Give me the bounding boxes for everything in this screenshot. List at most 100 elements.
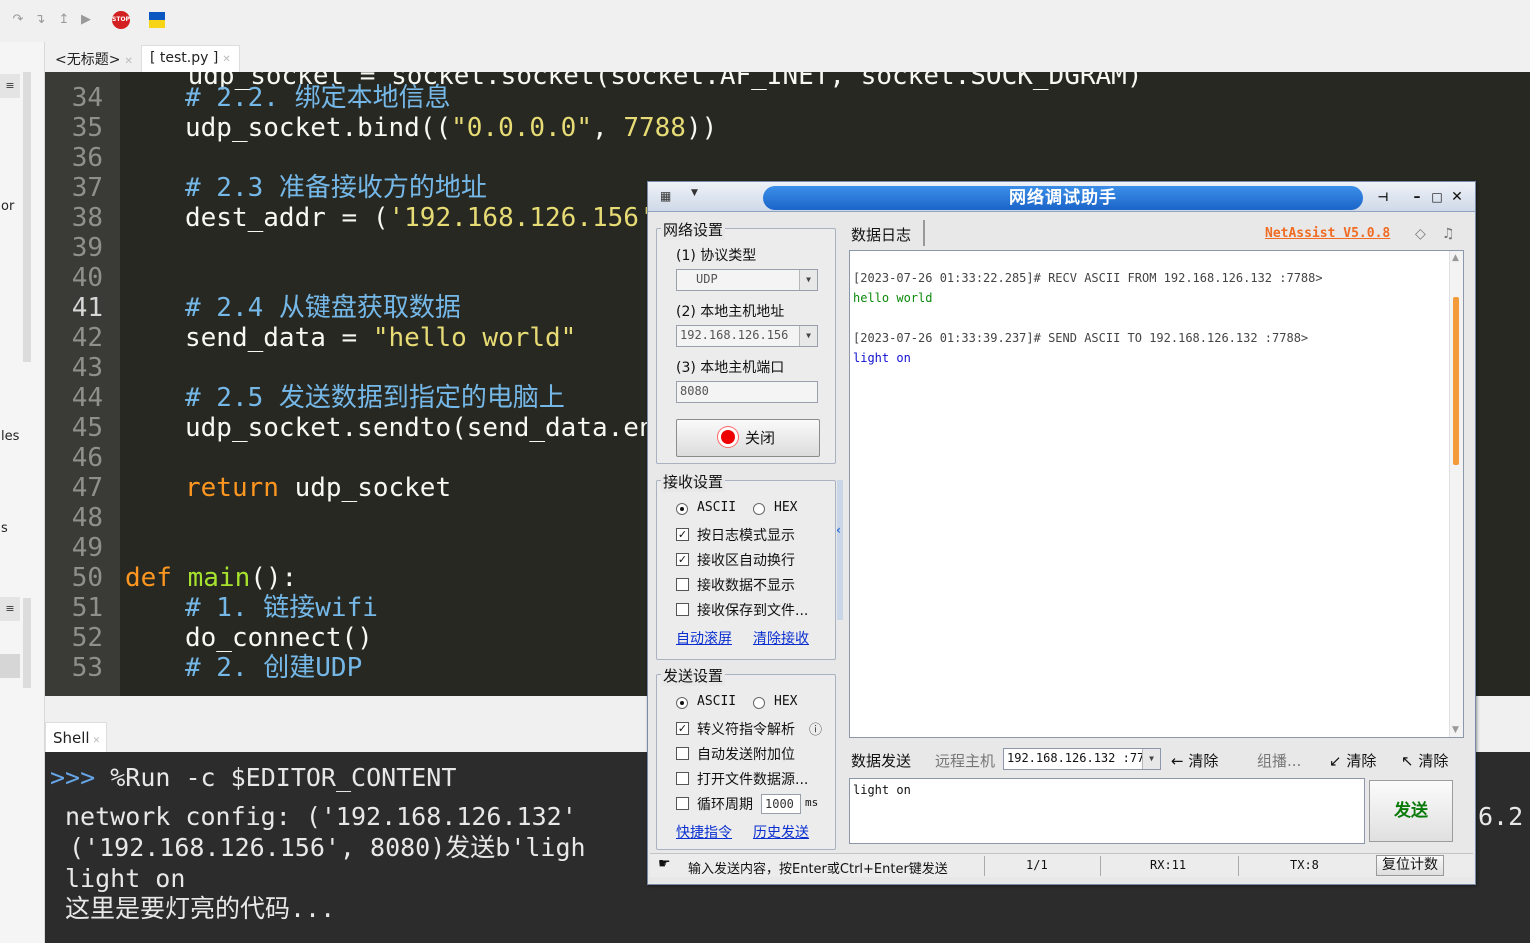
send-input[interactable]: light on <box>849 778 1365 844</box>
line-number: 38 <box>71 203 103 233</box>
panel-selection[interactable] <box>0 654 20 678</box>
clear-receive-link[interactable]: 清除接收 <box>753 628 809 648</box>
log-body-send: light on <box>853 351 911 365</box>
remote-host-label: 远程主机 <box>935 752 996 770</box>
brand-link[interactable]: NetAssist V5.0.8 <box>1265 226 1390 241</box>
history-send-link[interactable]: 历史发送 <box>753 822 809 842</box>
log-header: [2023-07-26 01:33:39.237]# SEND ASCII TO… <box>853 331 1309 345</box>
send-hex-radio[interactable] <box>753 697 765 709</box>
chevron-down-icon[interactable]: ▼ <box>799 326 817 346</box>
hand-pointer-icon: ☛ <box>658 856 671 872</box>
tab-test-py[interactable]: [ test.py ] ✕ <box>141 45 240 72</box>
period-input[interactable]: 1000 <box>761 794 801 814</box>
multicast-button[interactable]: 组播... <box>1257 750 1301 771</box>
chevron-down-icon[interactable]: ▼ <box>799 270 817 290</box>
recv-check-label: 接收保存到文件... <box>697 603 809 619</box>
shell-prompt: >>> <box>50 763 96 792</box>
panel-scrollbar-2[interactable] <box>23 598 31 688</box>
remote-host-select[interactable]: 192.168.126.132 :7788 ▼ <box>1003 748 1161 770</box>
button-label: 清除 <box>1188 752 1219 770</box>
scroll-thumb[interactable] <box>1453 297 1459 465</box>
scroll-down-icon[interactable]: ▼ <box>1452 725 1459 735</box>
resume-icon[interactable]: ▶ <box>78 12 94 28</box>
button-label: 清除 <box>1346 752 1377 770</box>
auto-append-checkbox[interactable] <box>676 747 689 760</box>
window-titlebar[interactable]: ▦ ▼ 网络调试助手 ⊣ – □ ✕ <box>648 182 1475 212</box>
code-string: "0.0.0.0" <box>451 113 592 143</box>
recv-hex-radio[interactable] <box>753 503 765 515</box>
info-icon[interactable]: ⓘ <box>809 719 822 738</box>
step-out-icon[interactable]: ↥ <box>56 12 72 28</box>
recv-autowrap-checkbox[interactable]: ✓ <box>676 553 689 566</box>
send-hex-label: HEX <box>774 694 798 709</box>
recv-save-file-checkbox[interactable] <box>676 603 689 616</box>
protocol-select[interactable]: UDP ▼ <box>676 269 818 291</box>
send-button[interactable]: 发送 <box>1369 780 1453 842</box>
close-icon[interactable]: ✕ <box>124 56 132 67</box>
panel-splitter[interactable] <box>837 480 843 620</box>
code-line: # 2. 创建UDP <box>185 653 363 683</box>
close-connection-button[interactable]: 关闭 <box>676 419 820 457</box>
escape-parse-checkbox[interactable]: ✓ <box>676 722 689 735</box>
recv-ascii-radio[interactable] <box>676 503 688 515</box>
file-source-checkbox[interactable] <box>676 772 689 785</box>
chevron-down-icon[interactable]: ▼ <box>1142 749 1160 769</box>
log-scrollbar[interactable]: ▲ ▼ <box>1449 251 1463 737</box>
step-over-icon[interactable]: ↷ <box>10 12 26 28</box>
host-select[interactable]: 192.168.126.156 ▼ <box>676 325 818 347</box>
line-number: 39 <box>71 233 103 263</box>
clear-log-button[interactable]: ↖ 清除 <box>1401 750 1448 771</box>
port-input[interactable]: 8080 <box>676 381 818 403</box>
arrow-icon: ↙ <box>1329 752 1342 770</box>
app-icon[interactable]: ▦ <box>660 188 678 204</box>
minimize-icon[interactable]: – <box>1408 188 1426 206</box>
autoscroll-link[interactable]: 自动滚屏 <box>676 628 732 648</box>
send-ascii-radio[interactable] <box>676 697 688 709</box>
shell-output-fragment: 6.2 <box>1478 802 1524 831</box>
receive-log-area[interactable]: [2023-07-26 01:33:22.285]# RECV ASCII FR… <box>849 250 1464 738</box>
code-line: # 2.5 发送数据到指定的电脑上 <box>185 383 565 413</box>
maximize-icon[interactable]: □ <box>1428 188 1446 206</box>
panel-fragment-2: les <box>1 429 20 444</box>
tab-untitled[interactable]: <无标题> ✕ <box>47 45 141 72</box>
close-icon[interactable]: ✕ <box>93 736 101 746</box>
tab-shell[interactable]: Shell ✕ <box>45 722 107 752</box>
code-text: )) <box>685 113 718 143</box>
line-number: 35 <box>71 113 103 143</box>
close-icon[interactable]: ✕ <box>222 54 230 65</box>
log-header: [2023-07-26 01:33:22.285]# RECV ASCII FR… <box>853 271 1323 285</box>
pin-icon[interactable]: ⊣ <box>1374 188 1392 206</box>
diamond-icon[interactable]: ◇ <box>1415 226 1426 242</box>
recv-hex-label: HEX <box>774 500 798 515</box>
period-unit: ms <box>805 796 819 809</box>
step-into-icon[interactable]: ↴ <box>32 12 48 28</box>
clear-remote-button[interactable]: ← 清除 <box>1171 750 1218 771</box>
shell-output-line: ('192.168.126.156', 8080)发送b'ligh <box>69 833 586 862</box>
ukraine-flag-icon[interactable] <box>149 12 165 28</box>
collapse-arrow-icon[interactable]: ‹ <box>836 523 841 537</box>
recv-log-mode-checkbox[interactable]: ✓ <box>676 528 689 541</box>
line-number: 34 <box>71 83 103 113</box>
chevron-down-icon[interactable]: ▼ <box>691 188 698 198</box>
panel-scrollbar[interactable] <box>23 72 31 362</box>
status-bar: ☛ 输入发送内容，按Enter或Ctrl+Enter键发送 1/1 RX:11 … <box>650 853 1473 877</box>
tab-data-send[interactable]: 数据发送 <box>851 750 911 771</box>
shell-output-line: network config: ('192.168.126.132' <box>65 802 577 831</box>
panel-menu-icon-2[interactable]: ≡ <box>0 597 20 621</box>
loop-period-checkbox[interactable] <box>676 797 689 810</box>
clear-send-button[interactable]: ↙ 清除 <box>1329 750 1376 771</box>
reset-count-button[interactable]: 复位计数 <box>1376 855 1444 876</box>
recv-hide-checkbox[interactable] <box>676 578 689 591</box>
scroll-up-icon[interactable]: ▲ <box>1452 253 1459 263</box>
tab-data-log[interactable]: 数据日志 <box>845 220 925 246</box>
shortcut-commands-link[interactable]: 快捷指令 <box>676 822 732 842</box>
close-icon[interactable]: ✕ <box>1448 188 1466 206</box>
bell-icon[interactable]: ♫ <box>1442 226 1455 242</box>
code-line: udp_socket.bind(("0.0.0.0", 7788)) <box>185 113 717 143</box>
code-string: '192.168.126.156' <box>388 203 655 233</box>
shell-command-line: >>> %Run -c $EDITOR_CONTENT <box>50 762 456 793</box>
port-label: (3) 本地主机端口 <box>676 360 785 376</box>
tab-label: <无标题> <box>55 52 121 68</box>
stop-icon[interactable]: STOP <box>112 11 130 29</box>
panel-menu-icon[interactable]: ≡ <box>0 74 20 98</box>
